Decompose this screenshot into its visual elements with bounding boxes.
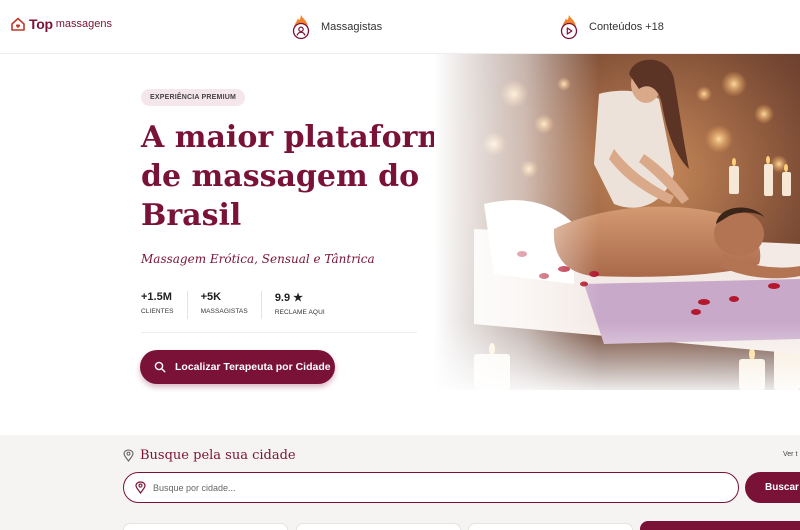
map-pin-icon: [135, 481, 146, 494]
logo-text: massagens: [55, 18, 112, 30]
hero-divider: [141, 332, 417, 333]
headline-line-2: de massagem do: [141, 159, 420, 194]
city-card[interactable]: [468, 523, 633, 530]
logo-text-bold: Top: [29, 16, 53, 32]
stat-reclame-aqui: 9.9 ★ RECLAME AQUI: [275, 291, 338, 319]
see-all-link[interactable]: Ver t: [783, 451, 797, 458]
city-search-field[interactable]: [123, 472, 739, 503]
flame-play-icon: [560, 15, 578, 40]
city-card[interactable]: [296, 523, 461, 530]
map-pin-icon: [123, 449, 134, 462]
stat-value: +1.5M: [141, 291, 172, 303]
stat-value: +5K: [200, 291, 222, 303]
city-search-title: Busque pela sua cidade: [123, 448, 296, 463]
headline-prefix: A: [141, 120, 175, 155]
headline-strong: maior plataforma: [174, 120, 469, 155]
stat-label: MASSAGISTAS: [200, 308, 248, 315]
find-therapist-button[interactable]: Localizar Terapeuta por Cidade: [140, 350, 335, 384]
nav-conteudos[interactable]: Conteúdos +18: [557, 14, 664, 40]
premium-badge: EXPERIÊNCIA PREMIUM: [141, 89, 245, 106]
stat-clientes: +1.5M CLIENTES: [141, 291, 188, 319]
stat-value: 9.9 ★: [274, 292, 304, 304]
city-card[interactable]: [123, 523, 288, 530]
nav-massagistas[interactable]: Massagistas: [289, 14, 382, 40]
stats-row: +1.5M CLIENTES +5K MASSAGISTAS 9.9 ★ REC…: [141, 291, 351, 319]
top-nav-bar: Top massagens Massagistas Conteúdos +18: [0, 0, 800, 54]
search-button[interactable]: Buscar: [745, 472, 800, 503]
house-heart-icon: [11, 17, 25, 31]
headline-line-3: Brasil: [141, 198, 242, 233]
massage-photo: [434, 54, 800, 390]
city-card-highlight[interactable]: [640, 521, 800, 530]
stat-massagistas: +5K MASSAGISTAS: [201, 291, 262, 319]
logo[interactable]: Top massagens: [10, 16, 112, 32]
nav-conteudos-label: Conteúdos +18: [589, 21, 664, 33]
hero-subtitle: Massagem Erótica, Sensual e Tântrica: [141, 252, 375, 266]
hero-headline: A maior plataforma de massagem do Brasil: [141, 118, 469, 235]
stat-label: CLIENTES: [141, 308, 174, 315]
nav-massagistas-label: Massagistas: [321, 21, 383, 33]
flame-user-icon: [292, 15, 310, 40]
massage-illustration: [434, 54, 800, 390]
headline-line-1: A maior plataforma: [141, 118, 469, 157]
stat-label: RECLAME AQUI: [274, 309, 325, 316]
search-icon: [154, 361, 166, 373]
find-therapist-label: Localizar Terapeuta por Cidade: [175, 361, 331, 373]
city-search-title-text: Busque pela sua cidade: [140, 448, 296, 463]
city-search-input[interactable]: [153, 482, 713, 493]
